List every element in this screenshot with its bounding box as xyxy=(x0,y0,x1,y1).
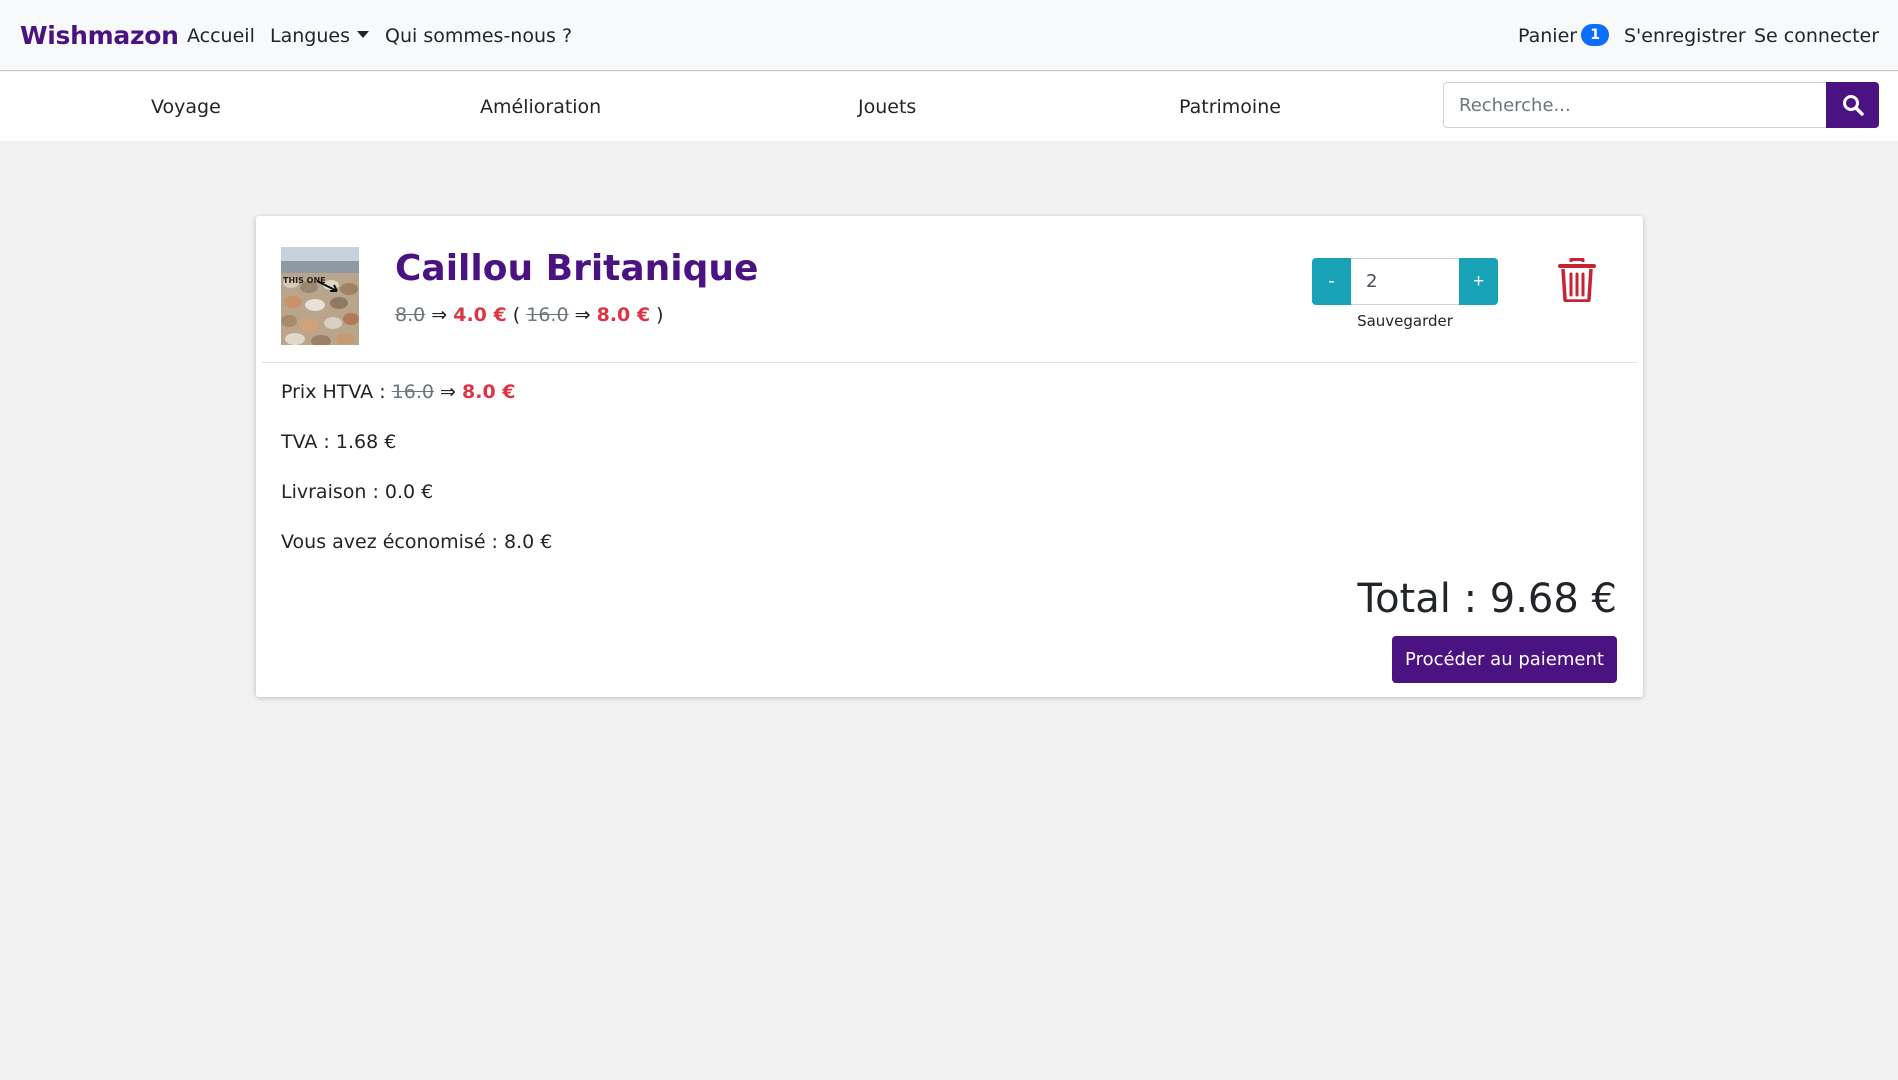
search-button[interactable] xyxy=(1826,82,1879,128)
nav-languages-label: Langues xyxy=(270,25,350,47)
line-price-new: 8.0 € xyxy=(596,304,651,326)
price-htva-new: 8.0 € xyxy=(462,381,516,403)
pebbles-image: THIS ONE xyxy=(281,247,359,345)
checkout-button[interactable]: Procéder au paiement xyxy=(1392,636,1617,683)
tva-row: TVA : 1.68 € xyxy=(281,431,397,453)
category-amelioration[interactable]: Amélioration xyxy=(480,96,601,118)
unit-price-old: 8.0 xyxy=(395,304,426,326)
cart-count-badge: 1 xyxy=(1581,24,1610,46)
unit-price-new: 4.0 € xyxy=(453,304,507,326)
product-thumbnail[interactable]: THIS ONE xyxy=(281,247,359,345)
decrease-quantity-button[interactable]: - xyxy=(1312,258,1351,305)
price-htva-row: Prix HTVA : 16.0 ⇒ 8.0 € xyxy=(281,381,516,403)
nav-about[interactable]: Qui sommes-nous ? xyxy=(385,25,572,47)
caret-down-icon xyxy=(356,31,369,38)
product-title[interactable]: Caillou Britanique xyxy=(395,248,758,289)
quantity-input[interactable] xyxy=(1351,258,1459,305)
trash-icon[interactable] xyxy=(1558,258,1596,302)
nav-cart[interactable]: Panier 1 xyxy=(1518,24,1610,47)
arrow-icon: ⇒ xyxy=(574,304,591,326)
image-overlay-text: THIS ONE xyxy=(283,276,326,285)
cart-card: THIS ONE Caillou Britanique 8.0 ⇒ 4.0 € … xyxy=(256,216,1643,697)
nav-home[interactable]: Accueil xyxy=(187,25,255,47)
arrow-icon: ⇒ xyxy=(440,381,456,403)
line-price-old: 16.0 xyxy=(526,304,569,326)
top-navbar: Wishmazon Accueil Langues Qui sommes-nou… xyxy=(0,0,1898,71)
product-price-line: 8.0 ⇒ 4.0 € ( 16.0 ⇒ 8.0 € ) xyxy=(395,304,664,326)
savings-row: Vous avez économisé : 8.0 € xyxy=(281,531,553,553)
open-paren: ( xyxy=(512,304,521,326)
nav-login[interactable]: Se connecter xyxy=(1754,25,1879,47)
nav-languages-dropdown[interactable]: Langues xyxy=(270,25,369,47)
save-quantity-button[interactable]: Sauvegarder xyxy=(1312,312,1498,330)
price-htva-label: Prix HTVA : xyxy=(281,381,386,403)
nav-cart-label: Panier xyxy=(1518,25,1578,47)
category-jouets[interactable]: Jouets xyxy=(858,96,916,118)
divider xyxy=(262,362,1637,363)
close-paren: ) xyxy=(656,304,664,326)
search-icon xyxy=(1842,95,1864,116)
quantity-stepper: - + xyxy=(1312,258,1498,305)
brand-logo[interactable]: Wishmazon xyxy=(20,21,179,50)
category-patrimoine[interactable]: Patrimoine xyxy=(1179,96,1281,118)
delivery-row: Livraison : 0.0 € xyxy=(281,481,434,503)
category-voyage[interactable]: Voyage xyxy=(151,96,221,118)
nav-register[interactable]: S'enregistrer xyxy=(1624,25,1746,47)
price-htva-old: 16.0 xyxy=(391,381,434,403)
arrow-icon: ⇒ xyxy=(431,304,448,326)
increase-quantity-button[interactable]: + xyxy=(1459,258,1498,305)
search-input[interactable] xyxy=(1443,82,1826,128)
total-price: Total : 9.68 € xyxy=(1357,576,1617,622)
